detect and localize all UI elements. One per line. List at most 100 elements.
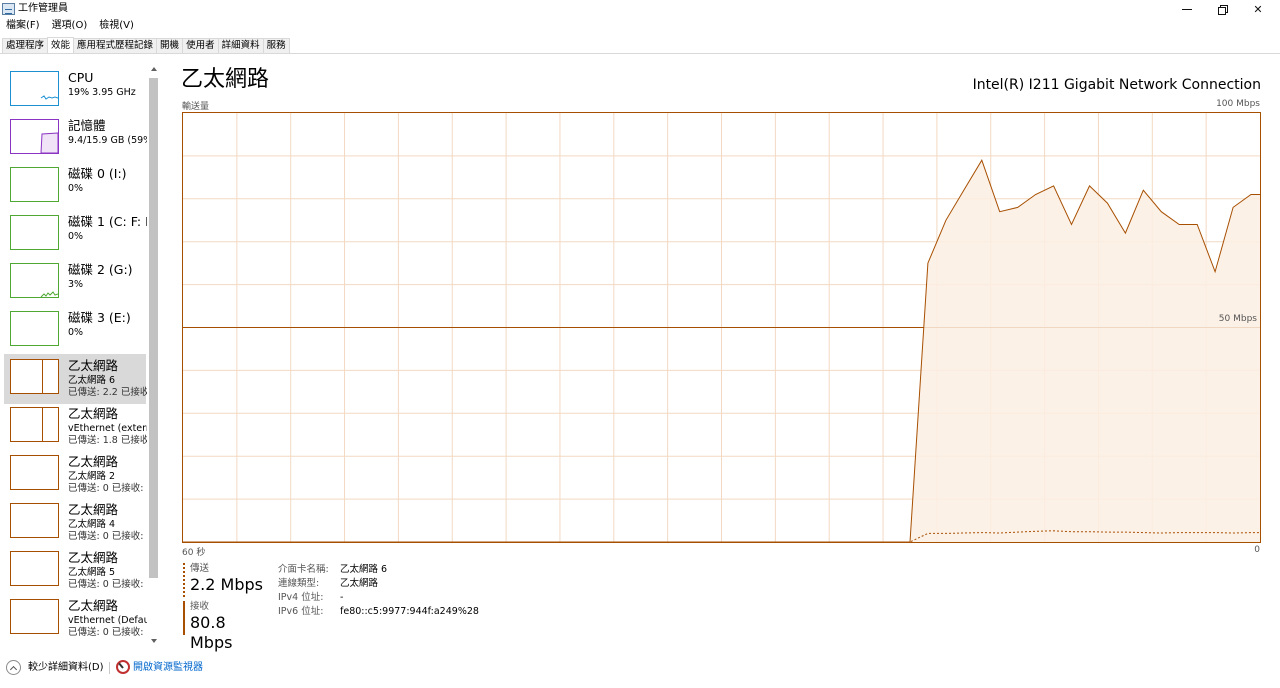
menu-file[interactable]: 檔案(F) <box>0 18 46 34</box>
sidebar-item-detail: 已傳送: 0 已接收: 0 <box>68 579 147 590</box>
sidebar-item-detail: 已傳送: 1.8 已接收 <box>68 435 147 446</box>
sidebar-item-subtitle: vEthernet (externa <box>68 423 147 434</box>
memory-mini-graph <box>10 119 59 154</box>
restore-button[interactable] <box>1205 0 1239 18</box>
property-value: 乙太網路 <box>340 578 379 589</box>
restore-icon <box>1217 5 1228 15</box>
tab-startup[interactable]: 開機 <box>156 38 184 53</box>
collapse-chevron-icon[interactable] <box>6 660 21 675</box>
sidebar-item-disk[interactable]: 磁碟 1 (C: F: H 0% <box>4 210 147 260</box>
task-manager-icon <box>2 3 15 15</box>
resource-monitor-icon[interactable] <box>116 660 130 674</box>
menu-bar: 檔案(F) 選項(O) 檢視(V) <box>0 18 140 34</box>
scroll-down-button[interactable] <box>147 634 160 648</box>
minimize-icon <box>1182 8 1192 10</box>
disk-mini-graph <box>10 215 59 250</box>
net-mini-graph <box>10 599 59 634</box>
tab-services[interactable]: 服務 <box>262 38 290 53</box>
tab-app-history[interactable]: 應用程式歷程記錄 <box>73 38 158 53</box>
sidebar-item-subtitle: 0% <box>68 183 84 194</box>
sidebar-item-title: CPU <box>68 70 94 85</box>
sidebar-item-title: 乙太網路 <box>68 406 119 421</box>
minimize-button[interactable] <box>1170 0 1204 18</box>
sidebar-item-detail: 已傳送: 0 已接收: 0 <box>68 483 147 494</box>
sidebar-item-disk[interactable]: 磁碟 3 (E:) 0% <box>4 306 146 356</box>
menu-view[interactable]: 檢視(V) <box>93 18 140 34</box>
throughput-graph <box>182 112 1261 543</box>
tab-performance[interactable]: 效能 <box>47 37 75 53</box>
close-button[interactable]: ✕ <box>1241 0 1275 18</box>
sidebar-item-cpu[interactable]: CPU 19% 3.95 GHz <box>4 66 146 116</box>
y-axis-max-label: 100 Mbps <box>1216 99 1260 109</box>
sidebar-item-memory[interactable]: 記憶體 9.4/15.9 GB (59%) <box>4 114 147 164</box>
tab-bar: 處理程序 效能 應用程式歷程記錄 開機 使用者 詳細資料 服務 <box>0 37 1280 54</box>
arrow-down-icon <box>150 639 157 643</box>
sidebar-item-subtitle: 3% <box>68 279 84 290</box>
sidebar-item-disk[interactable]: 磁碟 2 (G:) 3% <box>4 258 146 308</box>
sidebar-item-subtitle: 0% <box>68 231 84 242</box>
receive-stat: 接收 80.8 Mbps <box>183 601 273 652</box>
tab-processes[interactable]: 處理程序 <box>2 38 49 53</box>
adapter-name: Intel(R) I211 Gigabit Network Connection <box>972 77 1261 93</box>
throughput-chart <box>183 113 1260 542</box>
arrow-up-icon <box>150 67 157 71</box>
sidebar-item-subtitle: 乙太網路 4 <box>68 519 116 530</box>
menu-options[interactable]: 選項(O) <box>46 18 94 34</box>
tab-users[interactable]: 使用者 <box>182 38 219 53</box>
disk-mini-graph <box>10 167 59 202</box>
sidebar-item-subtitle: 乙太網路 6 <box>68 375 116 386</box>
sidebar-item-net[interactable]: 乙太網路 乙太網路 4 已傳送: 0 已接收: 0 <box>4 498 147 548</box>
receive-label: 接收 <box>190 601 210 612</box>
window-title: 工作管理員 <box>18 3 68 14</box>
net-mini-graph <box>10 551 59 586</box>
x-axis-end-label: 0 <box>1254 545 1260 555</box>
sidebar-item-title: 磁碟 3 (E:) <box>68 310 131 325</box>
sidebar-item-subtitle: 9.4/15.9 GB (59%) <box>68 135 147 146</box>
sidebar-item-title: 乙太網路 <box>68 550 119 565</box>
scroll-up-button[interactable] <box>147 62 160 76</box>
sidebar-item-title: 磁碟 2 (G:) <box>68 262 133 277</box>
property-value: fe80::c5:9977:944f:a249%28 <box>340 606 479 617</box>
sidebar-item-subtitle: vEthernet (Default <box>68 615 147 626</box>
sidebar-item-net[interactable]: 乙太網路乙太網路 5 已傳送: 0 已接收: 0 <box>4 546 147 596</box>
x-axis-start-label: 60 秒 <box>182 548 206 558</box>
title-bar: 工作管理員 ✕ <box>0 0 1280 18</box>
property-row: 連線類型: 乙太網路 <box>278 577 578 591</box>
footer-divider <box>109 662 110 674</box>
sidebar-item-net[interactable]: 乙太網路 乙太網路 2 已傳送: 0 已接收: 0 <box>4 450 147 500</box>
net-mini-graph <box>10 359 59 394</box>
sidebar-item-title: 磁碟 0 (I:) <box>68 166 127 181</box>
property-key: IPv4 位址: <box>278 592 324 603</box>
net-mini-graph <box>10 503 59 538</box>
property-key: IPv6 位址: <box>278 606 324 617</box>
page-title: 乙太網路 <box>181 67 270 92</box>
throughput-label: 輸送量 <box>182 102 210 112</box>
tab-details[interactable]: 詳細資料 <box>217 38 264 53</box>
resource-sidebar: CPU 19% 3.95 GHz 記憶體 9.4/15.9 GB (59%) 磁碟 0 … <box>0 62 160 650</box>
sidebar-item-net[interactable]: 乙太網路 vEthernet (externa已傳送: 1.8 已接收 <box>4 402 147 452</box>
property-row: IPv4 位址: - <box>278 591 578 605</box>
sidebar-item-detail: 已傳送: 0 已接收: 0 <box>68 531 147 542</box>
task-manager-window: 工作管理員 ✕ 檔案(F) 選項(O) 檢視(V) 處理程序 效能 應用程式歷程… <box>0 0 1280 688</box>
adapter-properties: 介面卡名稱: 乙太網路 6 連線類型: 乙太網路 IPv4 位址: - IPv6… <box>278 563 578 619</box>
disk-mini-graph <box>10 311 59 346</box>
footer: 較少詳細資料(D) 開啟資源監視器 <box>0 658 1280 678</box>
sidebar-item-net[interactable]: 乙太網路 乙太網路 6 已傳送: 2.2 已接收 <box>4 354 147 404</box>
cpu-mini-graph <box>10 71 59 106</box>
sidebar-item-detail: 已傳送: 0 已接收: 0 <box>68 627 147 638</box>
open-resource-monitor-link[interactable]: 開啟資源監視器 <box>133 661 203 675</box>
send-stat: 傳送 2.2 Mbps <box>183 563 273 597</box>
sidebar-item-subtitle: 0% <box>68 327 84 338</box>
sidebar-item-net[interactable]: 乙太網路 vEthernet (Default已傳送: 0 已接收: 0 <box>4 594 147 644</box>
disk-mini-graph <box>10 263 59 298</box>
fewer-details-button[interactable]: 較少詳細資料(D) <box>28 661 104 675</box>
sidebar-scrollbar[interactable] <box>147 62 160 650</box>
property-value: - <box>340 592 344 603</box>
sidebar-item-subtitle: 19% 3.95 GHz <box>68 87 136 98</box>
property-row: IPv6 位址: fe80::c5:9977:944f:a249%28 <box>278 605 578 619</box>
scroll-thumb[interactable] <box>149 78 158 578</box>
sidebar-item-disk[interactable]: 磁碟 0 (I:) 0% <box>4 162 146 212</box>
close-icon: ✕ <box>1253 2 1263 16</box>
sidebar-item-subtitle: 乙太網路 5 <box>68 567 116 578</box>
receive-value: 80.8 Mbps <box>190 613 233 652</box>
